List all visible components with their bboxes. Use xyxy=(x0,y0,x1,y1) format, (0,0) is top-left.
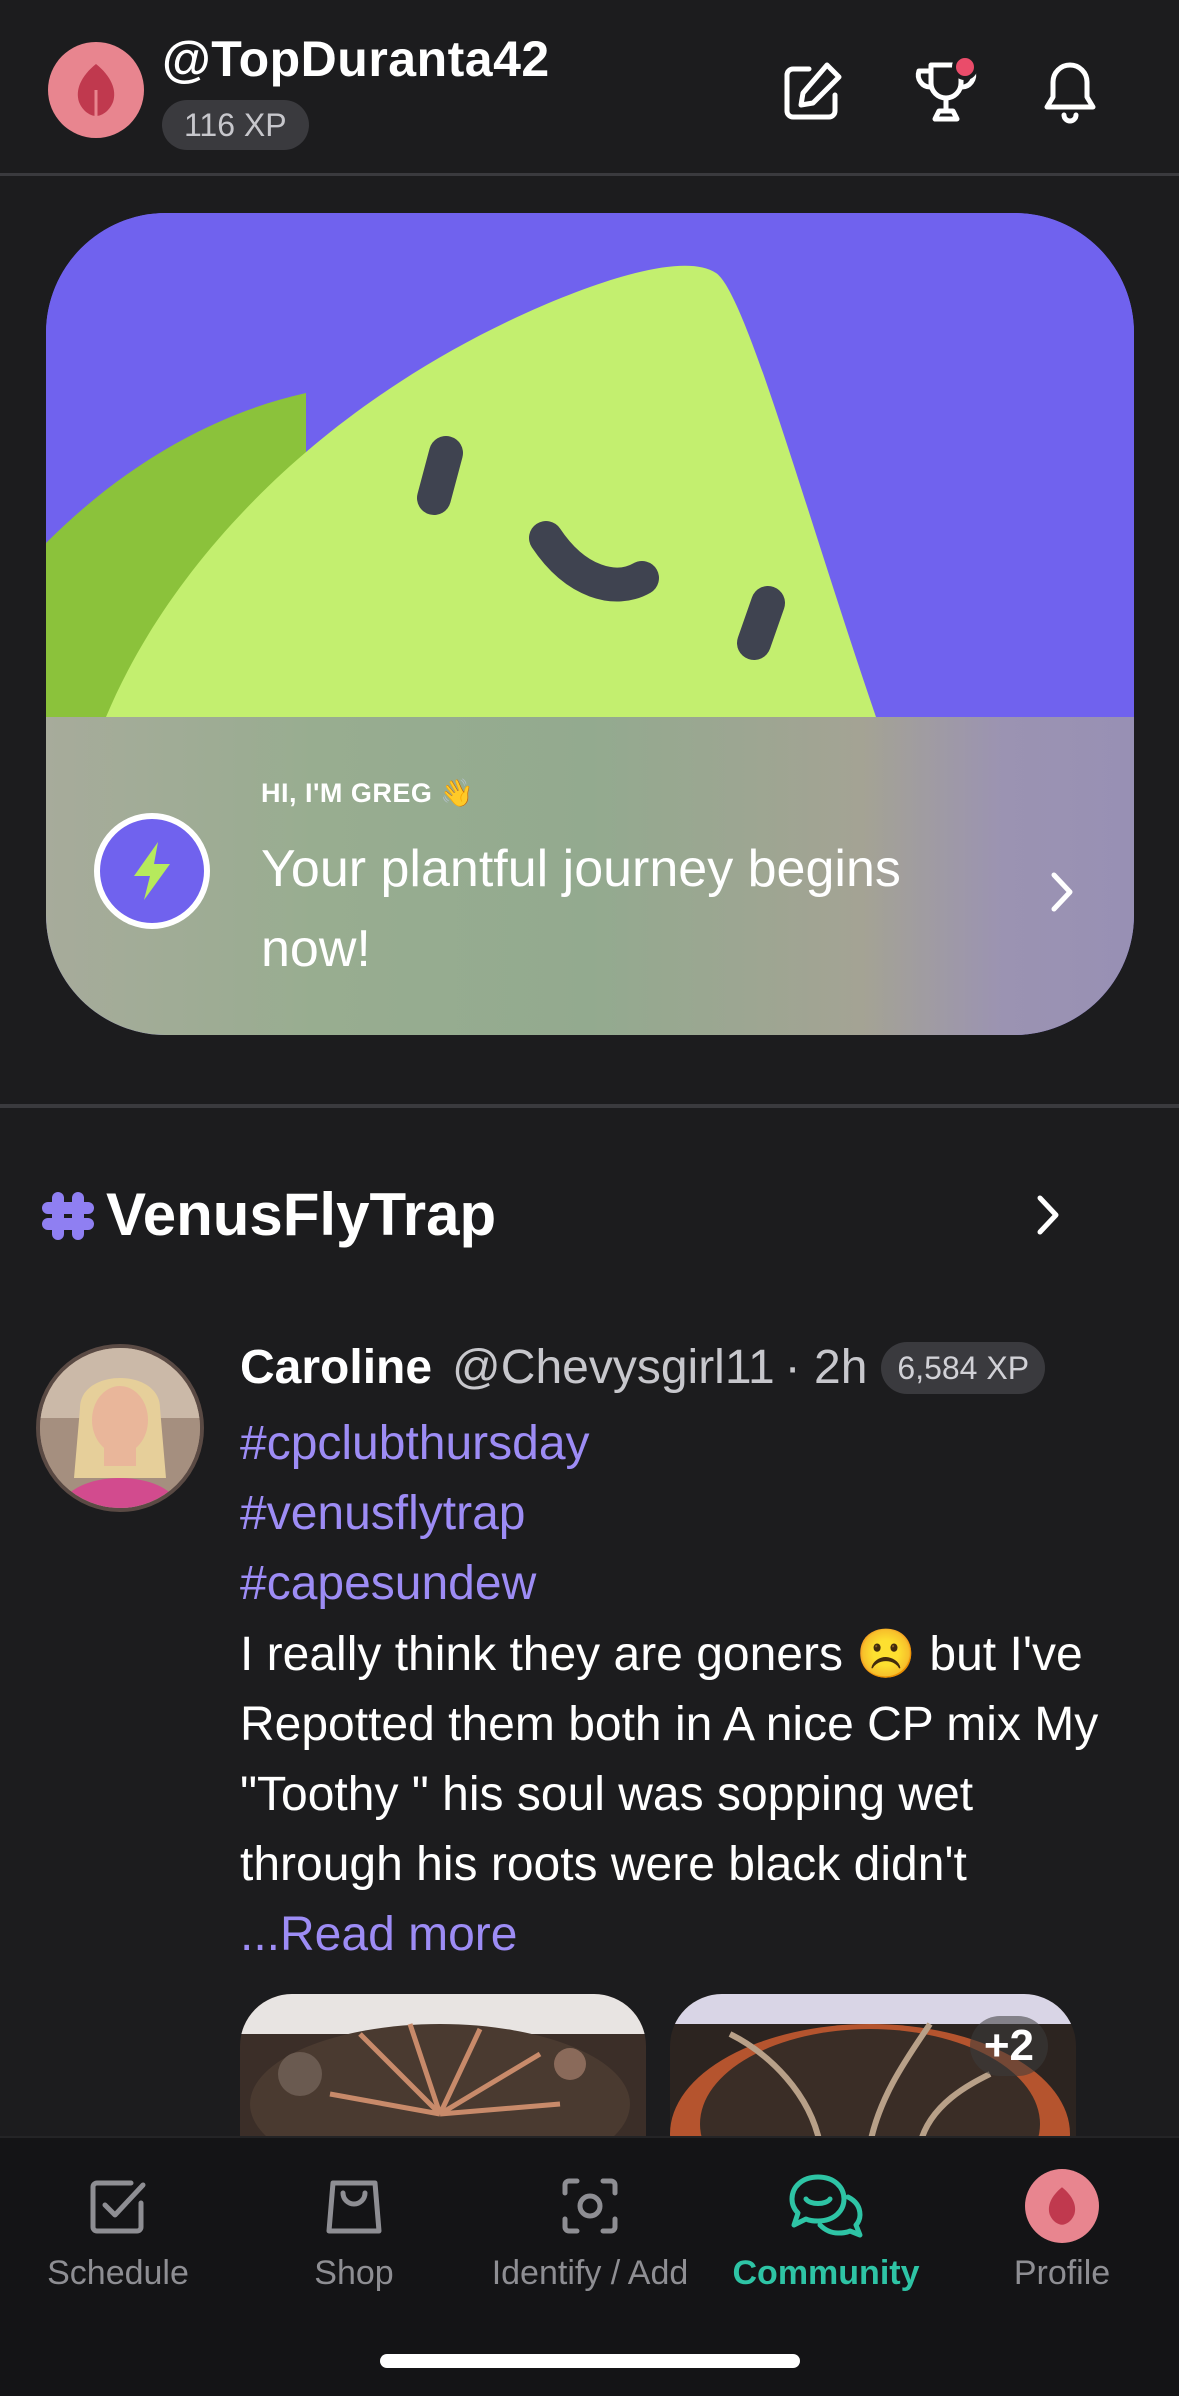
shop-icon xyxy=(314,2166,394,2246)
post-timestamp: · 2h xyxy=(784,1341,868,1394)
leaf-icon xyxy=(77,64,115,116)
bell-icon xyxy=(1044,62,1096,124)
user-avatar[interactable] xyxy=(48,42,144,138)
identify-icon xyxy=(550,2166,630,2246)
greg-mascot-illustration xyxy=(46,213,1134,717)
author-xp-badge: 6,584 XP xyxy=(881,1341,1046,1394)
hashtag-link[interactable]: #venusflytrap xyxy=(240,1486,526,1541)
more-photos-badge: +2 xyxy=(969,2016,1048,2076)
xp-badge: 116 XP xyxy=(162,100,309,150)
post-text: I really think they are goners ☹️ but I'… xyxy=(240,1628,1099,1891)
read-more-link[interactable]: ...Read more xyxy=(240,1908,517,1961)
greg-card-footer: HI, I'M GREG 👋 Your plantful journey beg… xyxy=(46,717,1134,1035)
post-author-avatar[interactable] xyxy=(36,1344,204,1512)
greg-welcome-card[interactable]: HI, I'M GREG 👋 Your plantful journey beg… xyxy=(46,213,1134,1035)
chevron-right-icon[interactable] xyxy=(1022,1190,1072,1240)
tab-label: Community xyxy=(732,2254,920,2292)
tab-label: Identify / Add xyxy=(491,2254,689,2292)
greg-title: Your plantful journey begins now! xyxy=(261,840,901,978)
post-photo[interactable]: +2 xyxy=(670,1994,1076,2144)
community-icon xyxy=(786,2166,866,2246)
top-header: @TopDuranta42 116 XP xyxy=(0,0,1179,176)
channel-hash-icon xyxy=(42,1192,94,1240)
trophy-button[interactable] xyxy=(906,52,986,132)
home-indicator[interactable] xyxy=(380,2354,800,2368)
tab-label: Shop xyxy=(314,2254,394,2292)
notifications-button[interactable] xyxy=(1030,52,1110,132)
tab-label: Schedule xyxy=(47,2254,189,2292)
tab-identify-add[interactable]: Identify / Add xyxy=(472,2166,708,2293)
hashtag-link[interactable]: #cpclubthursday xyxy=(240,1416,590,1471)
schedule-icon xyxy=(78,2166,158,2246)
username[interactable]: @TopDuranta42 xyxy=(162,30,550,88)
profile-icon xyxy=(1022,2166,1102,2246)
author-photo xyxy=(40,1348,200,1508)
greg-kicker: HI, I'M GREG 👋 xyxy=(261,778,475,808)
section-divider xyxy=(0,1104,1179,1108)
compose-icon xyxy=(784,62,842,120)
post-photo[interactable] xyxy=(240,1994,646,2144)
author-handle[interactable]: @Chevysgirl11 xyxy=(452,1340,775,1395)
tab-profile[interactable]: Profile xyxy=(944,2166,1179,2293)
plant-photo-1 xyxy=(240,1994,646,2144)
chevron-right-icon xyxy=(1051,872,1073,912)
hashtag-link[interactable]: #capesundew xyxy=(240,1556,536,1611)
notification-dot xyxy=(952,54,978,80)
tab-schedule[interactable]: Schedule xyxy=(0,2166,236,2293)
author-name[interactable]: Caroline xyxy=(240,1340,432,1395)
post-header: Caroline @Chevysgirl11 · 2h 6,584 XP xyxy=(240,1340,1046,1395)
tab-shop[interactable]: Shop xyxy=(236,2166,472,2293)
tab-label: Profile xyxy=(1013,2254,1111,2292)
compose-button[interactable] xyxy=(772,52,852,132)
post-body: I really think they are goners ☹️ but I'… xyxy=(240,1620,1100,1970)
lightning-icon xyxy=(134,842,170,900)
bolt-badge xyxy=(94,813,210,929)
section-title[interactable]: VenusFlyTrap xyxy=(106,1180,496,1249)
tab-community[interactable]: Community xyxy=(708,2166,944,2293)
